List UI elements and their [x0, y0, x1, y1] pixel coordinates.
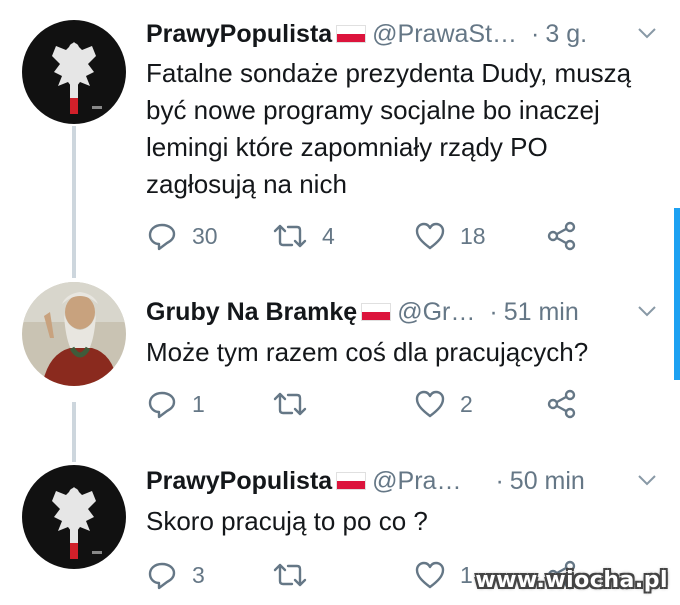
reply-button[interactable]: 3: [146, 555, 205, 595]
retweet-icon: [273, 563, 307, 587]
eagle-avatar-image: [22, 465, 126, 569]
reply-count: 3: [192, 561, 205, 588]
author-handle[interactable]: @Pra…: [372, 461, 461, 501]
reply-icon: [148, 562, 176, 590]
timestamp[interactable]: 50 min: [510, 461, 585, 501]
chevron-down-icon[interactable]: [636, 22, 658, 44]
like-count: 2: [460, 390, 473, 417]
retweet-button[interactable]: [272, 384, 322, 424]
share-icon: [547, 389, 576, 419]
reply-icon: [148, 223, 176, 251]
tweet[interactable]: Gruby Na Bramkę @Gr… · 51 min Może tym r…: [0, 282, 680, 432]
reply-count: 1: [192, 390, 205, 417]
like-icon: [415, 390, 445, 418]
like-button[interactable]: 2: [414, 384, 473, 424]
chevron-down-icon[interactable]: [636, 469, 658, 491]
share-icon: [547, 221, 576, 251]
avatar[interactable]: [22, 465, 126, 569]
tweet-text: Skoro pracują to po co ?: [146, 506, 428, 536]
reply-count: 30: [192, 222, 218, 249]
like-button[interactable]: 1: [414, 555, 473, 595]
like-button[interactable]: 18: [414, 216, 486, 256]
author-name[interactable]: PrawyPopulista: [146, 461, 332, 501]
retweet-icon: [273, 224, 307, 248]
reply-button[interactable]: 30: [146, 216, 218, 256]
share-button[interactable]: [546, 216, 578, 256]
chevron-down-icon[interactable]: [636, 300, 658, 322]
poland-flag-icon: [336, 472, 367, 490]
avatar[interactable]: [22, 20, 126, 124]
poland-flag-icon: [361, 303, 392, 321]
scroll-indicator[interactable]: [674, 208, 680, 380]
like-count: 18: [460, 222, 486, 249]
tweet-header: PrawyPopulista @PrawaSt… · 3 g.: [146, 14, 660, 54]
reply-icon: [148, 391, 176, 419]
separator-dot: ·: [495, 467, 504, 495]
like-count: 1: [460, 561, 473, 588]
retweet-count: 4: [322, 222, 335, 249]
author-name[interactable]: Gruby Na Bramkę: [146, 292, 357, 332]
tweet-header: Gruby Na Bramkę @Gr… · 51 min: [146, 292, 660, 332]
retweet-button[interactable]: 4: [272, 216, 335, 256]
tweet-text: Fatalne sondaże prezydenta Dudy, muszą b…: [146, 58, 632, 199]
reply-button[interactable]: 1: [146, 384, 205, 424]
author-handle[interactable]: @PrawaSt…: [372, 14, 517, 54]
author-name[interactable]: PrawyPopulista: [146, 14, 332, 54]
like-icon: [415, 222, 445, 250]
separator-dot: ·: [531, 20, 540, 48]
poland-flag-icon: [336, 25, 367, 43]
tweet[interactable]: PrawyPopulista @PrawaSt… · 3 g. Fatalne …: [0, 14, 680, 274]
painting-avatar-image: [22, 282, 126, 386]
watermark: www.wiocha.pl: [475, 568, 668, 593]
eagle-avatar-image: [22, 20, 126, 124]
separator-dot: ·: [489, 298, 498, 326]
share-button[interactable]: [546, 384, 578, 424]
retweet-icon: [273, 392, 307, 416]
author-handle[interactable]: @Gr…: [397, 292, 475, 332]
retweet-button[interactable]: [272, 555, 322, 595]
tweet-text: Może tym razem coś dla pracujących?: [146, 337, 589, 367]
like-icon: [415, 561, 445, 589]
tweet-header: PrawyPopulista @Pra… · 50 min: [146, 461, 660, 501]
timestamp[interactable]: 3 g.: [545, 14, 587, 54]
tweet-actions: 30 4 18: [146, 216, 616, 256]
timestamp[interactable]: 51 min: [504, 292, 579, 332]
avatar[interactable]: [22, 282, 126, 386]
tweet-actions: 1 2: [146, 384, 616, 424]
